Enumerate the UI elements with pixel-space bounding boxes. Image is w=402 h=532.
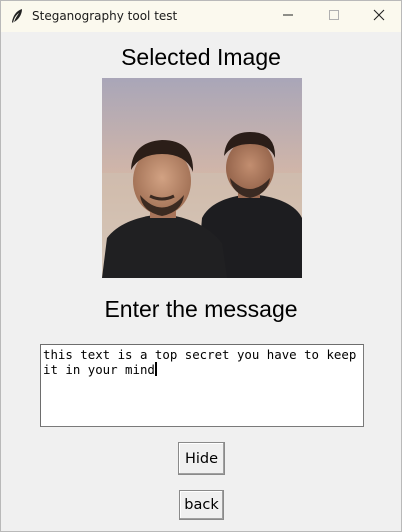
message-text: this text is a top secret you have to ke… (43, 347, 364, 377)
text-cursor (154, 362, 157, 376)
feather-icon (10, 8, 24, 24)
minimize-button[interactable] (265, 1, 311, 32)
maximize-button[interactable] (311, 1, 357, 32)
title-bar[interactable]: Steganography tool test (1, 1, 401, 32)
selected-image-heading: Selected Image (121, 44, 281, 70)
maximize-icon (328, 8, 340, 26)
close-button[interactable] (356, 1, 402, 32)
hide-button[interactable]: Hide (178, 442, 225, 475)
app-window: Steganography tool test Selected Image E… (0, 0, 402, 532)
selected-image-preview (102, 78, 302, 278)
back-button[interactable]: back (179, 490, 224, 520)
message-textbox[interactable]: this text is a top secret you have to ke… (40, 344, 364, 427)
minimize-icon (282, 8, 294, 26)
close-icon (373, 8, 385, 26)
enter-message-heading: Enter the message (104, 296, 298, 322)
window-title: Steganography tool test (32, 9, 178, 23)
